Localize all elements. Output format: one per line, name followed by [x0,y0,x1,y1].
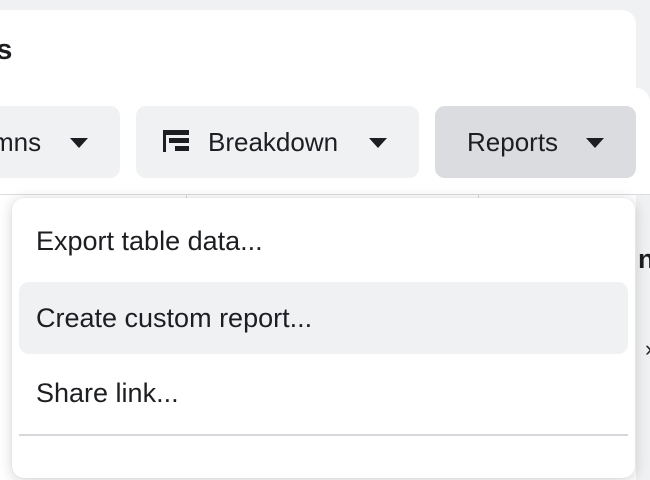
breakdown-button-label: Breakdown [208,126,339,157]
panel-title: ls [0,32,13,68]
menu-item-create-custom-report[interactable]: Create custom report... [19,282,628,354]
breakdown-icon [163,130,189,152]
reports-dropdown-menu: Export table data... Create custom repor… [12,198,635,478]
caret-down-icon [70,138,88,148]
reports-button-label: Reports [467,126,559,157]
caret-down-icon [369,138,387,148]
menu-item-share-link[interactable]: Share link... [19,357,628,429]
menu-item-label: Create custom report... [36,302,313,333]
columns-button-label: mns [0,126,42,157]
columns-button[interactable]: mns [0,106,120,178]
menu-divider [19,434,628,436]
panel-title-text: ls [0,34,13,66]
reports-button[interactable]: Reports [435,106,636,178]
table-row-fragment: › [645,336,650,362]
breakdown-button[interactable]: Breakdown [136,106,419,178]
menu-item-label: Share link... [36,377,179,408]
menu-item-export-table-data[interactable]: Export table data... [19,205,628,277]
table-header-fragment: ns [638,244,650,274]
menu-item-label: Export table data... [36,225,263,256]
caret-down-icon [586,138,604,148]
